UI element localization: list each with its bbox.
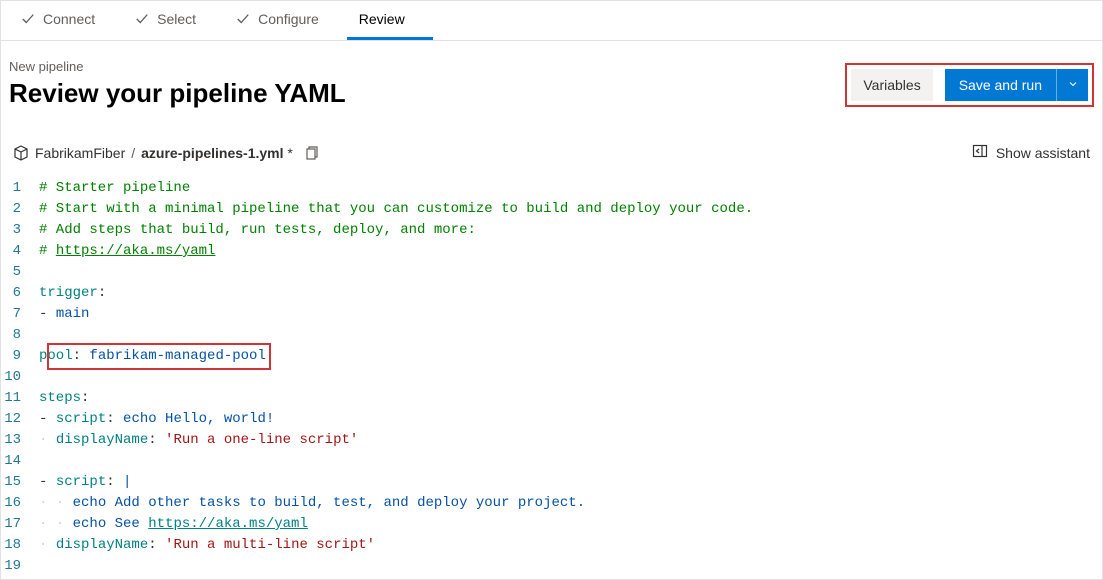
- title-area: New pipeline Review your pipeline YAML V…: [1, 41, 1102, 115]
- check-icon: [135, 12, 149, 26]
- show-assistant-label: Show assistant: [996, 145, 1090, 161]
- tab-label: Connect: [43, 11, 95, 27]
- check-icon: [236, 12, 250, 26]
- repo-icon: [13, 145, 29, 161]
- tab-connect[interactable]: Connect: [9, 1, 123, 40]
- page-subtitle: New pipeline: [9, 59, 346, 74]
- save-run-group: Save and run: [945, 69, 1088, 101]
- file-name: azure-pipelines-1.yml *: [141, 145, 293, 161]
- repo-name[interactable]: FabrikamFiber: [35, 145, 125, 161]
- save-run-button[interactable]: Save and run: [945, 69, 1056, 101]
- tab-configure[interactable]: Configure: [224, 1, 347, 40]
- tab-label: Review: [359, 11, 405, 27]
- tab-select[interactable]: Select: [123, 1, 224, 40]
- variables-button[interactable]: Variables: [851, 69, 932, 101]
- copy-icon[interactable]: [303, 145, 319, 161]
- yaml-editor[interactable]: 1# Starter pipeline 2# Start with a mini…: [1, 170, 1102, 577]
- chevron-down-icon: [1067, 78, 1079, 93]
- path-separator: /: [131, 145, 135, 161]
- wizard-tabs: Connect Select Configure Review: [1, 1, 1102, 41]
- action-buttons-highlight: Variables Save and run: [845, 63, 1094, 107]
- panel-icon: [972, 143, 988, 162]
- tab-review[interactable]: Review: [347, 1, 433, 40]
- page-title: Review your pipeline YAML: [9, 78, 346, 109]
- check-icon: [21, 12, 35, 26]
- show-assistant-link[interactable]: Show assistant: [972, 143, 1090, 162]
- path-bar: FabrikamFiber / azure-pipelines-1.yml * …: [1, 115, 1102, 170]
- tab-label: Select: [157, 11, 196, 27]
- save-run-dropdown[interactable]: [1056, 69, 1088, 101]
- tab-label: Configure: [258, 11, 319, 27]
